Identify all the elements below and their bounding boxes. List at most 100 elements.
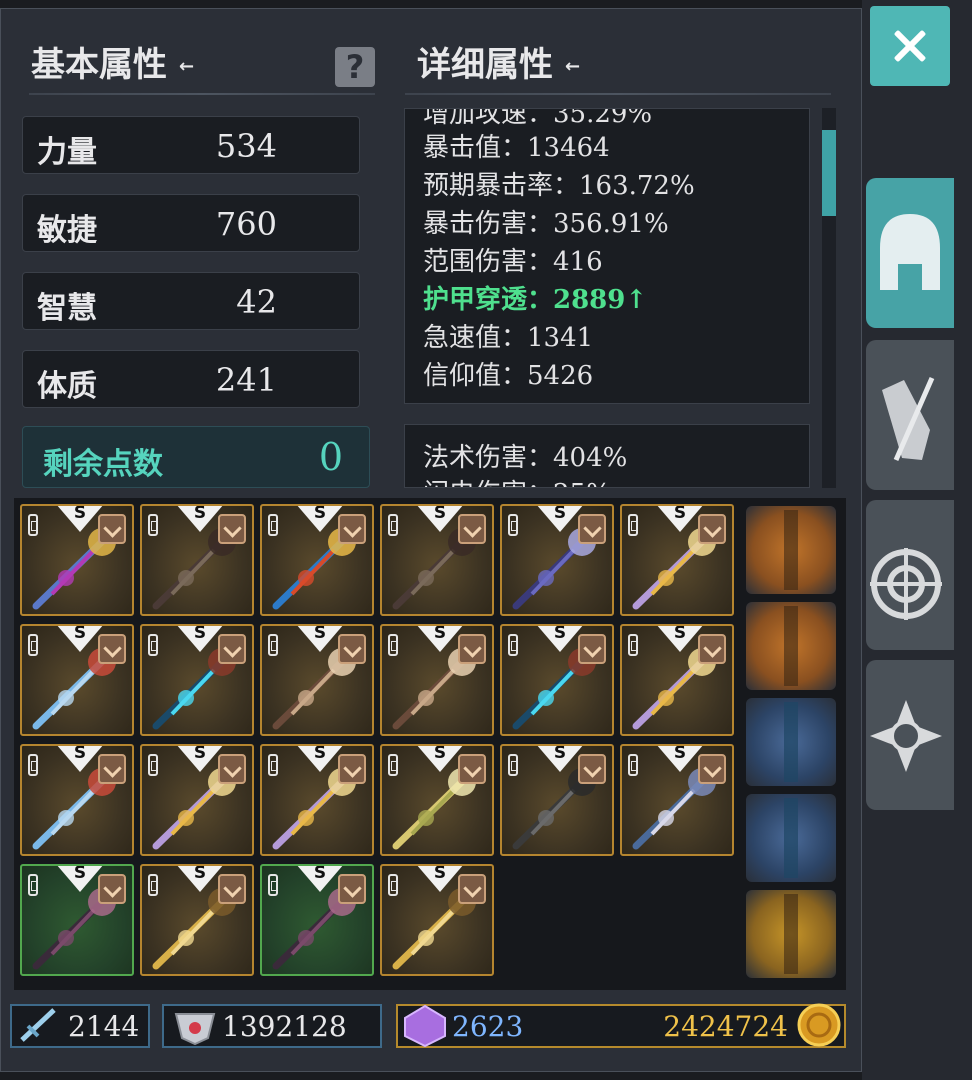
sword-icon [20, 1008, 56, 1042]
lock-icon[interactable] [148, 874, 158, 896]
soul-value: 1392128 [222, 1010, 347, 1043]
rank-chevron-icon [218, 514, 246, 544]
inventory-slot[interactable]: S [20, 624, 134, 736]
inventory-slot[interactable]: S [500, 624, 614, 736]
tab-target[interactable] [866, 500, 954, 650]
lock-icon[interactable] [148, 634, 158, 656]
arrow-left-icon: ← [565, 56, 581, 77]
scrollbar-thumb[interactable] [822, 130, 836, 216]
detail-attributes-header[interactable]: 详细属性 ← [417, 37, 580, 86]
inventory-slot[interactable]: S [380, 864, 494, 976]
bag-slot[interactable] [746, 794, 836, 882]
close-button[interactable] [870, 6, 950, 86]
tab-helmet[interactable] [866, 178, 954, 328]
inventory-slot[interactable]: S [620, 504, 734, 616]
lock-icon[interactable] [388, 754, 398, 776]
lock-icon[interactable] [268, 754, 278, 776]
inventory-slot[interactable]: S [380, 624, 494, 736]
remaining-points-value: 0 [318, 435, 343, 479]
inventory-slot[interactable]: S [140, 504, 254, 616]
help-icon[interactable]: ? [335, 47, 375, 87]
grade-label: S [553, 624, 567, 643]
inventory-slot[interactable]: S [260, 504, 374, 616]
stat-label: 敏捷 [37, 213, 97, 248]
inventory-slot[interactable]: S [260, 864, 374, 976]
crystal-value: 2623 [452, 1010, 524, 1043]
grade-label: S [193, 864, 207, 883]
grade-label: S [73, 504, 87, 523]
detail-stats-list-2[interactable]: 法术伤害：404% 闪电伤害：25% [404, 424, 810, 488]
resource-display: 2623 2424724 [396, 1003, 846, 1048]
inventory-slot[interactable]: S [380, 744, 494, 856]
rank-chevron-icon [458, 874, 486, 904]
inventory-slot[interactable]: S [620, 624, 734, 736]
rank-chevron-icon [218, 754, 246, 784]
inventory-slot[interactable]: S [620, 744, 734, 856]
grade-label: S [73, 864, 87, 883]
crystal-icon [404, 1004, 446, 1048]
grade-label: S [553, 504, 567, 523]
inventory-slot[interactable]: S [380, 504, 494, 616]
lock-icon[interactable] [28, 514, 38, 536]
lock-icon[interactable] [28, 874, 38, 896]
soul-icon [174, 1013, 216, 1046]
detail-line: 闪电伤害：25% [423, 473, 611, 487]
basic-attributes-title: 基本属性 [31, 45, 167, 85]
inventory-slot[interactable]: S [140, 864, 254, 976]
inventory-slot[interactable]: S [20, 504, 134, 616]
stat-value: 42 [236, 283, 277, 321]
detail-line: 范围伤害：416 [423, 247, 603, 277]
lock-icon[interactable] [148, 514, 158, 536]
lock-icon[interactable] [28, 634, 38, 656]
tab-gloves[interactable] [866, 340, 954, 490]
lock-icon[interactable] [628, 634, 638, 656]
rank-chevron-icon [698, 514, 726, 544]
inventory-slot[interactable]: S [260, 624, 374, 736]
rank-chevron-icon [578, 514, 606, 544]
lock-icon[interactable] [268, 514, 278, 536]
lock-icon[interactable] [508, 634, 518, 656]
lock-icon[interactable] [388, 634, 398, 656]
bag-slot[interactable] [746, 506, 836, 594]
detail-line-armor-penetration: 护甲穿透：2889↑ [423, 285, 648, 315]
inventory-slot[interactable]: S [260, 744, 374, 856]
inventory-slot[interactable]: S [20, 744, 134, 856]
inventory-slot[interactable]: S [140, 744, 254, 856]
detail-stats-list[interactable]: 增加攻速：35.29% 暴击值：13464 预期暴击率：163.72% 暴击伤害… [404, 108, 810, 404]
lock-icon[interactable] [148, 754, 158, 776]
grade-label: S [673, 744, 687, 763]
inventory-slot[interactable]: S [140, 624, 254, 736]
bag-icon [784, 510, 798, 590]
bag-slot[interactable] [746, 890, 836, 978]
weapon-power-display: 2144 [10, 1004, 150, 1048]
rank-chevron-icon [98, 754, 126, 784]
lock-icon[interactable] [388, 514, 398, 536]
compass-icon [870, 700, 942, 772]
divider [405, 93, 831, 95]
tab-compass[interactable] [866, 660, 954, 810]
grade-label: S [193, 744, 207, 763]
grade-label: S [73, 624, 87, 643]
inventory-slot[interactable]: S [500, 744, 614, 856]
lock-icon[interactable] [268, 874, 278, 896]
lock-icon[interactable] [508, 514, 518, 536]
rank-chevron-icon [98, 634, 126, 664]
lock-icon[interactable] [268, 634, 278, 656]
lock-icon[interactable] [388, 874, 398, 896]
lock-icon[interactable] [28, 754, 38, 776]
bag-slot[interactable] [746, 602, 836, 690]
grade-label: S [433, 744, 447, 763]
grade-label: S [433, 864, 447, 883]
lock-icon[interactable] [628, 514, 638, 536]
stat-value: 760 [215, 205, 277, 243]
inventory-slot[interactable]: S [20, 864, 134, 976]
grade-label: S [313, 744, 327, 763]
rank-chevron-icon [338, 634, 366, 664]
stat-value: 534 [215, 127, 277, 165]
bag-slot[interactable] [746, 698, 836, 786]
detail-line: 法术伤害：404% [423, 443, 628, 473]
inventory-slot[interactable]: S [500, 504, 614, 616]
lock-icon[interactable] [508, 754, 518, 776]
basic-attributes-header[interactable]: 基本属性 ← [31, 37, 194, 86]
lock-icon[interactable] [628, 754, 638, 776]
